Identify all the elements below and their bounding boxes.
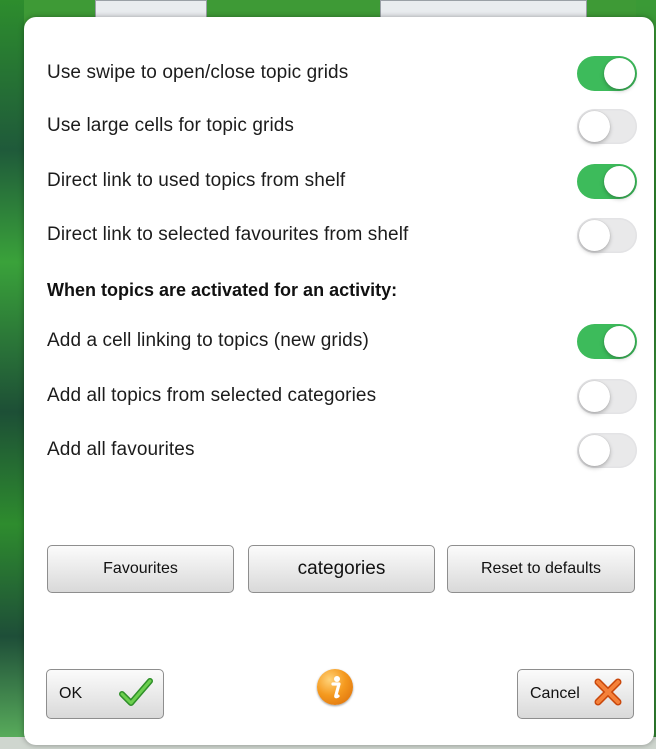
swipe-toggle[interactable] bbox=[577, 55, 637, 91]
setting-label: Add a cell linking to topics (new grids) bbox=[47, 330, 369, 351]
setting-label: Use large cells for topic grids bbox=[47, 115, 295, 136]
toggle-knob bbox=[579, 434, 610, 466]
add-all-topics-toggle[interactable] bbox=[577, 378, 637, 414]
setting-label: Direct link to selected favourites from … bbox=[47, 224, 409, 245]
toggle-knob bbox=[579, 110, 610, 142]
favourites-button-label: Favourites bbox=[103, 560, 178, 577]
setting-large-cells: Use large cells for topic grids bbox=[47, 108, 637, 144]
setting-label: Add all favourites bbox=[47, 439, 195, 460]
setting-label: Add all topics from selected categories bbox=[47, 385, 377, 406]
used-topics-toggle[interactable] bbox=[577, 163, 637, 199]
setting-add-all-topics: Add all topics from selected categories bbox=[47, 378, 637, 414]
toggle-knob bbox=[579, 380, 610, 412]
setting-label: Use swipe to open/close topic grids bbox=[47, 62, 349, 83]
toggle-knob bbox=[604, 165, 635, 197]
background-left-edge bbox=[0, 0, 24, 749]
categories-button-label: categories bbox=[297, 558, 386, 579]
add-cell-linking-toggle[interactable] bbox=[577, 323, 637, 359]
checkmark-icon bbox=[119, 677, 153, 712]
setting-add-cell-linking: Add a cell linking to topics (new grids) bbox=[47, 323, 637, 359]
favourites-shelf-toggle[interactable] bbox=[577, 217, 637, 253]
setting-swipe-topic-grids: Use swipe to open/close topic grids bbox=[47, 55, 637, 91]
toggle-knob bbox=[579, 219, 610, 251]
toggle-knob bbox=[604, 57, 635, 89]
reset-button-label: Reset to defaults bbox=[480, 560, 602, 577]
cancel-button[interactable]: Cancel bbox=[517, 669, 634, 719]
setting-direct-link-used-topics: Direct link to used topics from shelf bbox=[47, 163, 637, 199]
favourites-button[interactable]: Favourites bbox=[47, 545, 234, 593]
cancel-button-label: Cancel bbox=[530, 685, 580, 702]
add-all-favourites-toggle[interactable] bbox=[577, 432, 637, 468]
reset-to-defaults-button[interactable]: Reset to defaults bbox=[447, 545, 635, 593]
setting-direct-link-favourites: Direct link to selected favourites from … bbox=[47, 217, 637, 253]
categories-button[interactable]: categories bbox=[248, 545, 435, 593]
ok-button[interactable]: OK bbox=[46, 669, 164, 719]
cross-icon bbox=[593, 677, 623, 712]
activity-section-heading: When topics are activated for an activit… bbox=[47, 280, 398, 300]
topic-settings-dialog: Use swipe to open/close topic grids Use … bbox=[24, 17, 654, 745]
ok-button-label: OK bbox=[59, 685, 83, 702]
large-cells-toggle[interactable] bbox=[577, 108, 637, 144]
toggle-knob bbox=[604, 325, 635, 357]
setting-add-all-favourites: Add all favourites bbox=[47, 432, 637, 468]
setting-label: Direct link to used topics from shelf bbox=[47, 170, 346, 191]
info-icon[interactable] bbox=[317, 669, 353, 705]
